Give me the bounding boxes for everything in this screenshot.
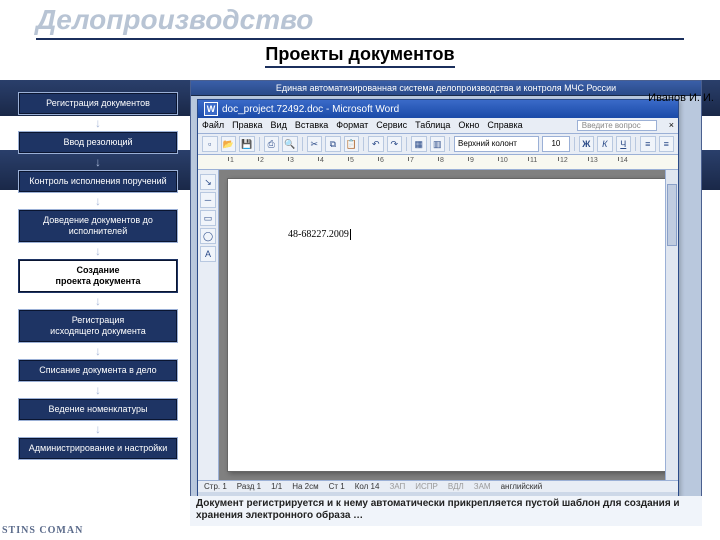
slide-caption: Документ регистрируется и к нему автомат… xyxy=(190,496,702,526)
paste-icon[interactable]: 📋 xyxy=(344,136,360,152)
sidebar-item-resolutions[interactable]: Ввод резолюций xyxy=(18,131,178,154)
system-header: Единая автоматизированная система делопр… xyxy=(191,81,701,96)
font-size-selector[interactable]: 10 xyxy=(542,136,569,152)
user-label: Иванов И. И. xyxy=(648,92,714,104)
redo-icon[interactable]: ↷ xyxy=(387,136,403,152)
sidebar-item-file[interactable]: Списание документа в дело xyxy=(18,359,178,382)
workflow-sidebar: Регистрация документов ↓ Ввод резолюций … xyxy=(18,92,178,460)
word-title: doc_project.72492.doc - Microsoft Word xyxy=(222,104,399,115)
bold-button[interactable]: Ж xyxy=(579,136,595,152)
undo-icon[interactable]: ↶ xyxy=(368,136,384,152)
arrow-down-icon: ↓ xyxy=(18,382,178,398)
style-selector[interactable]: Верхний колонт xyxy=(454,136,539,152)
status-col: Кол 14 xyxy=(355,482,380,491)
vertical-scrollbar[interactable] xyxy=(665,170,678,480)
menu-format[interactable]: Формат xyxy=(336,120,368,131)
status-line: Ст 1 xyxy=(329,482,345,491)
arrow-down-icon: ↓ xyxy=(18,293,178,309)
new-doc-icon[interactable]: ▫ xyxy=(202,136,218,152)
title-rule xyxy=(36,38,684,40)
status-at: На 2см xyxy=(292,482,318,491)
cut-icon[interactable]: ✂ xyxy=(307,136,323,152)
arrow-down-icon: ↓ xyxy=(18,115,178,131)
italic-button[interactable]: К xyxy=(597,136,613,152)
draw-rect-icon[interactable]: ▭ xyxy=(200,210,216,226)
document-text: 48-68227.2009 xyxy=(288,229,351,240)
open-icon[interactable]: 📂 xyxy=(221,136,237,152)
word-menubar: Файл Правка Вид Вставка Формат Сервис Та… xyxy=(198,118,678,134)
word-icon: W xyxy=(204,102,218,116)
preview-icon[interactable]: 🔍 xyxy=(282,136,298,152)
status-lang: английский xyxy=(501,482,543,491)
horizontal-ruler[interactable]: 1 2 3 4 5 6 7 8 9 10 11 12 13 14 xyxy=(198,155,678,170)
arrow-down-icon: ↓ xyxy=(18,421,178,437)
menu-edit[interactable]: Правка xyxy=(232,120,262,131)
vertical-toolbar: ↘ ─ ▭ ◯ A xyxy=(198,170,219,480)
align-center-icon[interactable]: ≡ xyxy=(659,136,675,152)
sidebar-item-control[interactable]: Контроль исполнения поручений xyxy=(18,170,178,193)
status-section: Разд 1 xyxy=(237,482,261,491)
status-ovr: ЗАМ xyxy=(474,482,491,491)
document-page[interactable]: 48-68227.2009 xyxy=(227,178,670,472)
menu-tools[interactable]: Сервис xyxy=(376,120,407,131)
print-icon[interactable]: ⎙ xyxy=(264,136,280,152)
word-toolbar: ▫ 📂 💾 ⎙ 🔍 ✂ ⧉ 📋 ↶ ↷ ▦ ▥ Верхний колонт 1… xyxy=(198,134,678,155)
columns-icon[interactable]: ▥ xyxy=(430,136,446,152)
draw-oval-icon[interactable]: ◯ xyxy=(200,228,216,244)
menu-insert[interactable]: Вставка xyxy=(295,120,328,131)
draw-arrow-icon[interactable]: ↘ xyxy=(200,174,216,190)
table-icon[interactable]: ▦ xyxy=(411,136,427,152)
app-window: Единая автоматизированная система делопр… xyxy=(190,80,702,502)
status-pages: 1/1 xyxy=(271,482,282,491)
sidebar-item-register[interactable]: Регистрация документов xyxy=(18,92,178,115)
sidebar-item-nomenclature[interactable]: Ведение номенклатуры xyxy=(18,398,178,421)
footer-logo: STINS COMAN xyxy=(2,525,83,536)
sidebar-item-create-project[interactable]: Создание проекта документа xyxy=(18,259,178,293)
draw-line-icon[interactable]: ─ xyxy=(200,192,216,208)
word-titlebar: W doc_project.72492.doc - Microsoft Word xyxy=(198,100,678,118)
menu-file[interactable]: Файл xyxy=(202,120,224,131)
document-area: ↘ ─ ▭ ◯ A 48-68227.2009 xyxy=(198,170,678,480)
status-trk: ИСПР xyxy=(415,482,438,491)
underline-button[interactable]: Ч xyxy=(616,136,632,152)
arrow-down-icon: ↓ xyxy=(18,343,178,359)
sidebar-item-register-outgoing[interactable]: Регистрация исходящего документа xyxy=(18,309,178,343)
scrollbar-thumb[interactable] xyxy=(667,184,677,246)
close-menu-icon[interactable]: × xyxy=(669,120,674,131)
sidebar-item-deliver[interactable]: Доведение документов до исполнителей xyxy=(18,209,178,243)
status-rec: ЗАП xyxy=(389,482,405,491)
caption-text: Документ регистрируется и к нему автомат… xyxy=(190,496,702,526)
help-question-input[interactable]: Введите вопрос xyxy=(577,120,657,131)
save-icon[interactable]: 💾 xyxy=(239,136,255,152)
menu-window[interactable]: Окно xyxy=(458,120,479,131)
arrow-down-icon: ↓ xyxy=(18,193,178,209)
word-statusbar: Стр. 1 Разд 1 1/1 На 2см Ст 1 Кол 14 ЗАП… xyxy=(198,480,678,492)
page-subtitle: Проекты документов xyxy=(265,44,454,68)
arrow-down-icon: ↓ xyxy=(18,243,178,259)
page-title: Делопроизводство xyxy=(0,0,720,36)
menu-view[interactable]: Вид xyxy=(271,120,287,131)
menu-help[interactable]: Справка xyxy=(487,120,522,131)
status-ext: ВДЛ xyxy=(448,482,464,491)
status-page: Стр. 1 xyxy=(204,482,227,491)
draw-text-icon[interactable]: A xyxy=(200,246,216,262)
arrow-down-icon: ↓ xyxy=(18,154,178,170)
sidebar-item-admin[interactable]: Администрирование и настройки xyxy=(18,437,178,460)
copy-icon[interactable]: ⧉ xyxy=(325,136,341,152)
menu-table[interactable]: Таблица xyxy=(415,120,450,131)
word-window: W doc_project.72492.doc - Microsoft Word… xyxy=(197,99,679,497)
align-left-icon[interactable]: ≡ xyxy=(640,136,656,152)
